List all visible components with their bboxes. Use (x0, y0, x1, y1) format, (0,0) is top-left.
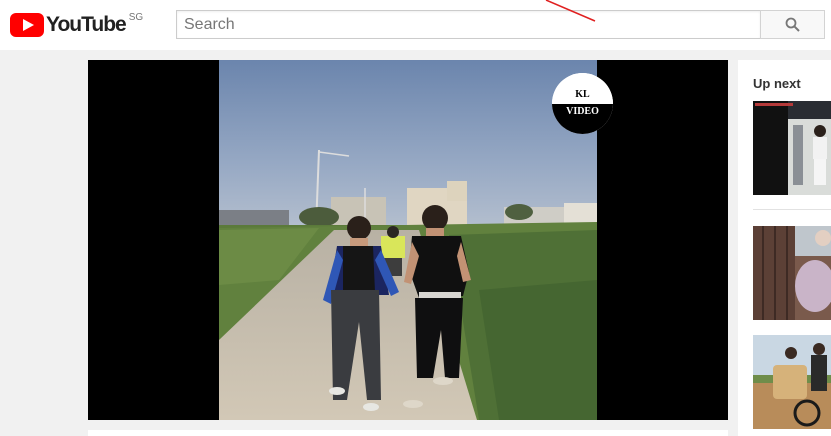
up-next-thumbnail-2[interactable] (753, 226, 831, 320)
masthead: YouTube SG (0, 0, 831, 50)
video-frame (219, 60, 597, 420)
channel-watermark: KL VIDEO (552, 73, 613, 134)
youtube-logo[interactable]: YouTube SG (10, 13, 143, 37)
up-next-thumbnail-1[interactable] (753, 101, 831, 195)
up-next-heading: Up next (753, 76, 801, 91)
video-player[interactable]: KL VIDEO (88, 60, 728, 420)
watermark-line2: VIDEO (552, 104, 613, 134)
sidebar-separator (753, 209, 831, 210)
up-next-thumbnail-3[interactable] (753, 335, 831, 429)
youtube-play-icon (10, 13, 44, 37)
search-input[interactable] (177, 11, 760, 38)
search-button[interactable] (760, 10, 825, 39)
search-box (176, 10, 760, 39)
logo-text: YouTube (46, 13, 127, 36)
region-code: SG (128, 12, 144, 23)
up-next-sidebar: Up next (738, 60, 831, 436)
search-icon (785, 17, 800, 32)
watermark-line1: KL (552, 73, 613, 104)
video-info-panel (88, 430, 728, 436)
